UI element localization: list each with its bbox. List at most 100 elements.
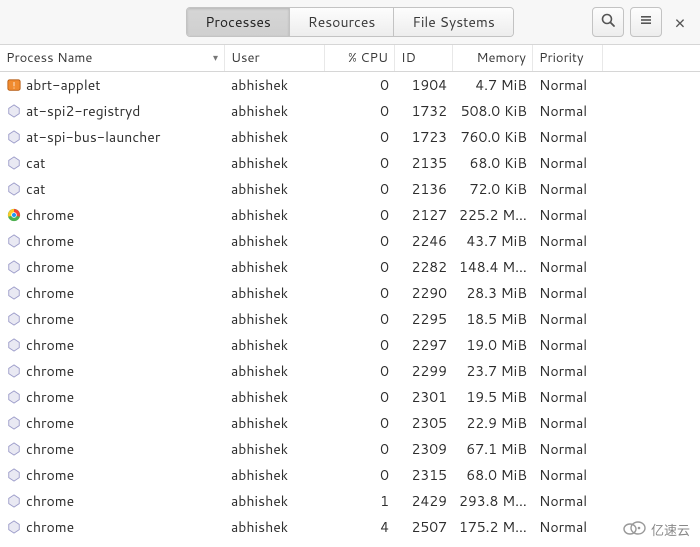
cell-memory: 175.2 MiB — [453, 517, 533, 537]
col-header-memory[interactable]: Memory — [453, 45, 533, 71]
cell-id: 1904 — [395, 75, 453, 95]
table-row[interactable]: chromeabhishek0229923.7 MiBNormal — [0, 358, 700, 384]
table-row[interactable]: chromeabhishek0224643.7 MiBNormal — [0, 228, 700, 254]
process-icon — [6, 467, 22, 483]
cloud-icon — [621, 518, 647, 541]
cell-memory: 18.5 MiB — [453, 309, 533, 329]
cell-cpu: 0 — [325, 361, 395, 381]
cell-user: abhishek — [225, 413, 325, 433]
cell-id: 2136 — [395, 179, 453, 199]
cell-priority: Normal — [533, 361, 603, 381]
table-row[interactable]: catabhishek0213672.0 KiBNormal — [0, 176, 700, 202]
table-row[interactable]: abrt-appletabhishek019044.7 MiBNormal — [0, 72, 700, 98]
cell-id: 2297 — [395, 335, 453, 355]
process-name: at-spi-bus-launcher — [26, 127, 160, 147]
watermark: 亿速云 — [621, 518, 690, 541]
cell-priority: Normal — [533, 283, 603, 303]
table-row[interactable]: chromeabhishek0230967.1 MiBNormal — [0, 436, 700, 462]
cell-user: abhishek — [225, 205, 325, 225]
cell-priority: Normal — [533, 517, 603, 537]
process-name: at-spi2-registryd — [26, 101, 140, 121]
cell-user: abhishek — [225, 465, 325, 485]
col-header-priority[interactable]: Priority — [533, 45, 603, 71]
cell-cpu: 0 — [325, 127, 395, 147]
cell-memory: 19.0 MiB — [453, 335, 533, 355]
tab-file-systems[interactable]: File Systems — [394, 8, 512, 36]
cell-user: abhishek — [225, 283, 325, 303]
cell-user: abhishek — [225, 439, 325, 459]
col-header-id[interactable]: ID — [395, 45, 453, 71]
cell-id: 2299 — [395, 361, 453, 381]
cell-user: abhishek — [225, 517, 325, 537]
process-name: chrome — [26, 491, 74, 511]
process-icon — [6, 155, 22, 171]
table-row[interactable]: chromeabhishek0229518.5 MiBNormal — [0, 306, 700, 332]
cell-priority: Normal — [533, 75, 603, 95]
process-name: abrt-applet — [26, 75, 101, 95]
cell-priority: Normal — [533, 205, 603, 225]
table-row[interactable]: chromeabhishek02127225.2 MiBNormal — [0, 202, 700, 228]
cell-user: abhishek — [225, 387, 325, 407]
table-row[interactable]: catabhishek0213568.0 KiBNormal — [0, 150, 700, 176]
header-actions: × — [592, 7, 692, 37]
cell-cpu: 0 — [325, 439, 395, 459]
table-row[interactable]: chromeabhishek42507175.2 MiBNormal — [0, 514, 700, 540]
close-button[interactable]: × — [668, 10, 692, 34]
process-name: chrome — [26, 413, 74, 433]
cell-memory: 43.7 MiB — [453, 231, 533, 251]
cell-priority: Normal — [533, 179, 603, 199]
col-header-cpu[interactable]: % CPU — [325, 45, 395, 71]
cell-cpu: 0 — [325, 179, 395, 199]
cell-cpu: 0 — [325, 309, 395, 329]
cell-user: abhishek — [225, 127, 325, 147]
process-icon — [6, 441, 22, 457]
process-name: chrome — [26, 361, 74, 381]
cell-priority: Normal — [533, 309, 603, 329]
cell-id: 2315 — [395, 465, 453, 485]
cell-cpu: 1 — [325, 491, 395, 511]
process-icon — [6, 77, 22, 93]
table-row[interactable]: at-spi-bus-launcherabhishek01723760.0 Ki… — [0, 124, 700, 150]
table-row[interactable]: chromeabhishek0229028.3 MiBNormal — [0, 280, 700, 306]
cell-id: 2301 — [395, 387, 453, 407]
cell-user: abhishek — [225, 231, 325, 251]
cell-priority: Normal — [533, 101, 603, 121]
cell-user: abhishek — [225, 101, 325, 121]
cell-priority: Normal — [533, 335, 603, 355]
cell-cpu: 0 — [325, 335, 395, 355]
search-button[interactable] — [592, 7, 624, 37]
table-row[interactable]: chromeabhishek0230119.5 MiBNormal — [0, 384, 700, 410]
cell-priority: Normal — [533, 231, 603, 251]
menu-button[interactable] — [630, 7, 662, 37]
tab-processes[interactable]: Processes — [187, 8, 290, 36]
cell-cpu: 0 — [325, 101, 395, 121]
table-row[interactable]: at-spi2-registrydabhishek01732508.0 KiBN… — [0, 98, 700, 124]
header-bar: ProcessesResourcesFile Systems × — [0, 0, 700, 44]
tab-resources[interactable]: Resources — [290, 8, 394, 36]
process-name: chrome — [26, 439, 74, 459]
table-row[interactable]: chromeabhishek12429293.8 MiBNormal — [0, 488, 700, 514]
cell-priority: Normal — [533, 127, 603, 147]
table-row[interactable]: chromeabhishek0229719.0 MiBNormal — [0, 332, 700, 358]
process-icon — [6, 337, 22, 353]
cell-user: abhishek — [225, 153, 325, 173]
cell-id: 1732 — [395, 101, 453, 121]
process-icon — [6, 259, 22, 275]
process-name: chrome — [26, 517, 74, 537]
process-icon — [6, 103, 22, 119]
cell-priority: Normal — [533, 387, 603, 407]
process-icon — [6, 311, 22, 327]
cell-cpu: 0 — [325, 413, 395, 433]
col-header-name-label: Process Name — [6, 49, 92, 67]
cell-user: abhishek — [225, 309, 325, 329]
cell-memory: 72.0 KiB — [453, 179, 533, 199]
cell-cpu: 0 — [325, 257, 395, 277]
table-row[interactable]: chromeabhishek0230522.9 MiBNormal — [0, 410, 700, 436]
cell-memory: 23.7 MiB — [453, 361, 533, 381]
table-row[interactable]: chromeabhishek02282148.4 MiBNormal — [0, 254, 700, 280]
col-header-user[interactable]: User — [225, 45, 325, 71]
col-header-name[interactable]: Process Name ▾ — [0, 45, 225, 71]
table-row[interactable]: chromeabhishek0231568.0 MiBNormal — [0, 462, 700, 488]
cell-cpu: 0 — [325, 283, 395, 303]
process-table: Process Name ▾ User % CPU ID Memory Prio… — [0, 44, 700, 540]
